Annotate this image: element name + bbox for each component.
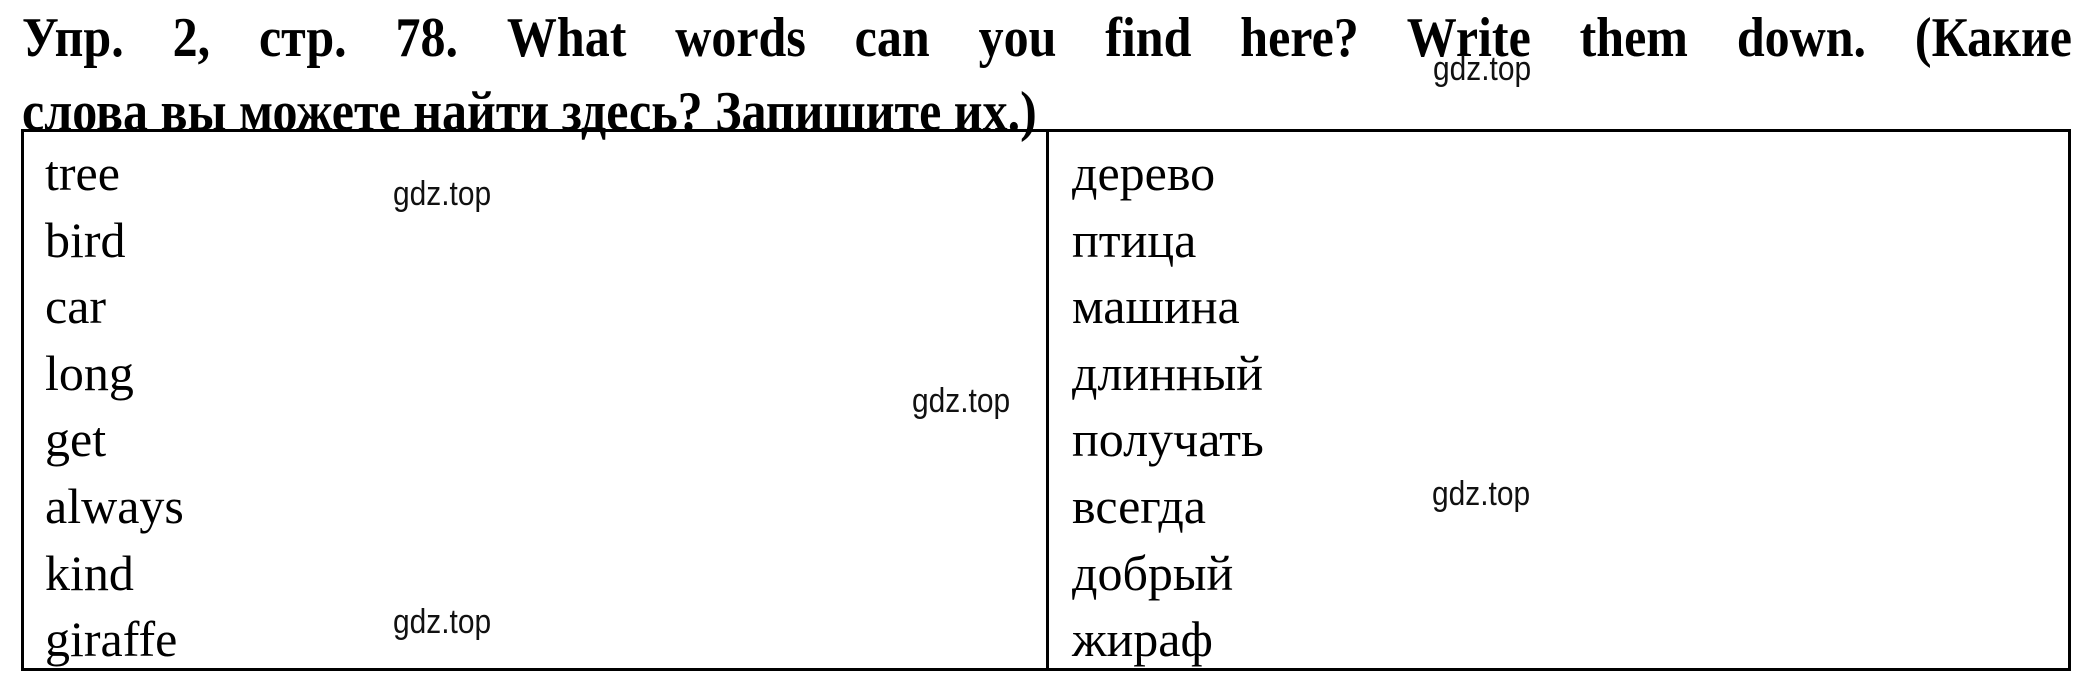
english-word: long	[45, 344, 134, 401]
column-divider	[1046, 129, 1049, 671]
russian-word: всегда	[1072, 477, 1206, 534]
english-word: bird	[45, 211, 126, 268]
russian-word: получать	[1072, 411, 1264, 468]
english-column: tree bird car long get always kind giraf…	[45, 140, 184, 673]
english-word: tree	[45, 145, 120, 201]
exercise-title: Упр. 2, стр. 78. What words can you find…	[22, 0, 2072, 148]
russian-word: птица	[1072, 211, 1197, 268]
watermark: gdz.top	[912, 382, 1011, 420]
russian-word: жираф	[1072, 611, 1213, 668]
english-word: car	[45, 278, 107, 335]
watermark: gdz.top	[393, 603, 492, 641]
watermark: gdz.top	[1433, 50, 1532, 88]
russian-column: дерево птица машина длинный получать все…	[1072, 140, 1264, 673]
russian-word: машина	[1072, 278, 1240, 335]
watermark: gdz.top	[1432, 475, 1531, 513]
watermark: gdz.top	[393, 175, 492, 213]
english-word: get	[45, 411, 107, 468]
english-word: kind	[45, 544, 134, 601]
russian-word: дерево	[1072, 145, 1216, 201]
russian-word: добрый	[1072, 544, 1234, 601]
title-line-1: Упр. 2, стр. 78. What words can you find…	[22, 5, 2072, 69]
russian-word: длинный	[1072, 344, 1264, 401]
english-word: always	[45, 477, 184, 534]
english-word: giraffe	[45, 611, 178, 668]
